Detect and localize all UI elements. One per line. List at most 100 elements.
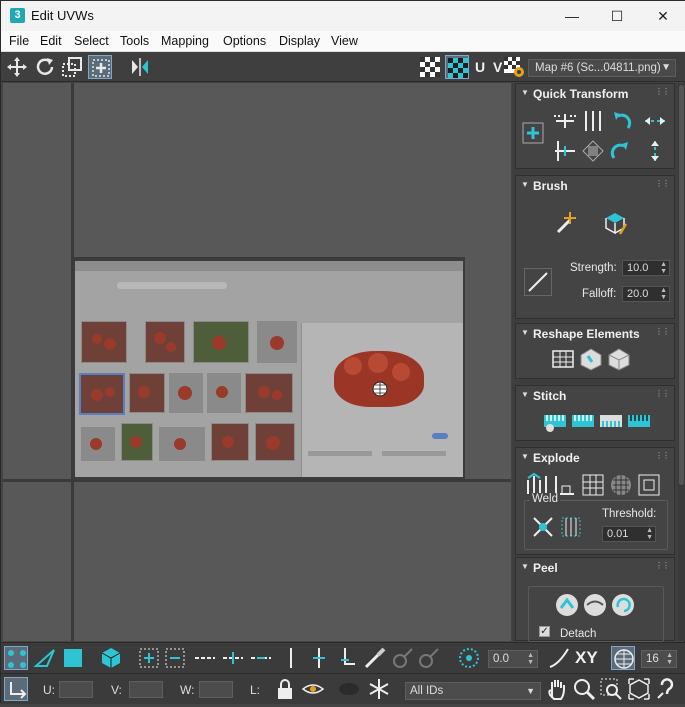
spinner-arrows-icon[interactable]: ▲ ▼ — [646, 527, 653, 541]
falloff-space-xy[interactable]: XY — [575, 648, 598, 668]
grow-ring-icon[interactable] — [307, 646, 331, 670]
hide-icon[interactable] — [301, 677, 325, 701]
vertex-select-icon[interactable] — [4, 646, 28, 670]
align-horizontal-icon[interactable] — [552, 108, 578, 134]
detach-checkbox[interactable]: ✓ — [539, 626, 550, 637]
rollout-header-stitch[interactable]: ▼ Stitch ⋮⋮ — [516, 386, 674, 406]
rollout-header-reshape[interactable]: ▼ Reshape Elements ⋮⋮ — [516, 324, 674, 344]
straighten-icon[interactable] — [580, 138, 606, 164]
rollout-scrollbar[interactable] — [678, 83, 685, 641]
polygon-select-icon[interactable] — [61, 646, 85, 670]
menu-mapping[interactable]: Mapping — [161, 34, 209, 48]
menu-file[interactable]: File — [9, 34, 29, 48]
paint-select-icon[interactable] — [363, 646, 387, 670]
rotate-icon[interactable] — [33, 55, 57, 79]
straighten-selection-icon[interactable] — [550, 346, 576, 372]
relax-icon[interactable] — [578, 346, 604, 372]
ring-select-icon[interactable] — [279, 646, 303, 670]
v-coordinate-field[interactable] — [129, 681, 163, 698]
stitch-custom-icon[interactable] — [542, 408, 568, 434]
zoom-region-icon[interactable] — [599, 677, 623, 701]
shrink-selection-icon[interactable] — [163, 646, 187, 670]
spinner-arrows-icon[interactable]: ▲ ▼ — [527, 652, 534, 666]
freeform-icon[interactable] — [88, 55, 112, 79]
snap-grid-icon[interactable] — [611, 646, 635, 670]
rollout-header-brush[interactable]: ▼ Brush ⋮⋮ — [516, 176, 674, 196]
map-settings-icon[interactable] — [502, 55, 526, 79]
checker-icon[interactable] — [418, 55, 442, 79]
soft-selection-icon[interactable] — [457, 646, 481, 670]
drag-grip-icon[interactable]: ⋮⋮ — [655, 179, 670, 188]
drag-grip-icon[interactable]: ⋮⋮ — [655, 87, 670, 96]
space-vertical-icon[interactable] — [642, 138, 668, 164]
menu-tools[interactable]: Tools — [120, 34, 149, 48]
soft-selection-falloff-spinner[interactable]: 0.0 ▲ ▼ — [488, 650, 538, 668]
menu-display[interactable]: Display — [279, 34, 320, 48]
weld-selected-icon[interactable] — [530, 514, 556, 540]
paint-select-shrink-icon[interactable] — [417, 646, 441, 670]
space-horizontal-icon[interactable] — [642, 108, 668, 134]
u-coordinate-field[interactable] — [59, 681, 93, 698]
map-select-dropdown[interactable]: Map #6 (Sc...04811.png) ▼ — [528, 59, 676, 77]
w-coordinate-field[interactable] — [199, 681, 233, 698]
flatten-by-polygon-icon[interactable] — [580, 472, 606, 498]
weld-target-icon[interactable] — [558, 514, 584, 540]
stitch-to-source-icon[interactable] — [570, 408, 596, 434]
show-icon[interactable] — [337, 677, 361, 701]
freeze-icon[interactable] — [367, 677, 391, 701]
stitch-average-icon[interactable] — [598, 408, 624, 434]
align-cluster-icon[interactable] — [552, 138, 578, 164]
zoom-icon[interactable] — [572, 677, 596, 701]
scale-icon[interactable] — [60, 55, 84, 79]
close-button[interactable]: ✕ — [640, 1, 685, 31]
rollout-header-peel[interactable]: ▼ Peel ⋮⋮ — [516, 558, 674, 578]
pan-hand-icon[interactable] — [545, 677, 569, 701]
zoom-extents-icon[interactable] — [627, 677, 651, 701]
set-pivot-icon[interactable] — [520, 120, 544, 144]
flatten-by-material-icon[interactable] — [636, 472, 662, 498]
strength-spinner[interactable]: 10.0 ▲ ▼ — [622, 260, 670, 276]
uv-editor-viewport[interactable] — [3, 83, 511, 641]
maximize-button[interactable]: ☐ — [594, 1, 640, 31]
shrink-ring-icon[interactable] — [335, 646, 359, 670]
reset-peel-icon[interactable] — [610, 592, 636, 618]
threshold-spinner[interactable]: 0.01 ▲ ▼ — [602, 526, 656, 542]
stitch-to-target-icon[interactable] — [626, 408, 652, 434]
material-id-dropdown[interactable]: All IDs ▼ — [405, 682, 541, 700]
rollout-header-explode[interactable]: ▼ Explode ⋮⋮ — [516, 448, 674, 468]
paint-select-grow-icon[interactable] — [391, 646, 415, 670]
quick-peel-icon[interactable] — [554, 592, 580, 618]
spinner-arrows-icon[interactable]: ▲ ▼ — [666, 652, 673, 666]
falloff-spinner[interactable]: 20.0 ▲ ▼ — [622, 286, 670, 302]
menu-select[interactable]: Select — [74, 34, 109, 48]
mirror-icon[interactable] — [128, 55, 152, 79]
scrollbar-thumb[interactable] — [679, 85, 684, 485]
uv-toggle[interactable]: U V — [475, 59, 504, 75]
edge-select-icon[interactable] — [33, 646, 57, 670]
move-icon[interactable] — [5, 55, 29, 79]
paint-move-brush-icon[interactable] — [554, 210, 580, 236]
lock-icon[interactable] — [273, 677, 297, 701]
drag-grip-icon[interactable]: ⋮⋮ — [655, 561, 670, 570]
rollout-header-quick-transform[interactable]: ▼ Quick Transform ⋮⋮ — [516, 84, 674, 104]
falloff-type-icon[interactable] — [547, 646, 571, 670]
grow-loop-icon[interactable] — [221, 646, 245, 670]
menu-options[interactable]: Options — [223, 34, 266, 48]
minimize-button[interactable]: — — [549, 1, 595, 31]
brush-falloff-curve-icon[interactable] — [524, 268, 552, 296]
align-vertical-icon[interactable] — [580, 108, 606, 134]
absolute-offset-icon[interactable] — [4, 677, 28, 701]
menu-view[interactable]: View — [331, 34, 358, 48]
flatten-by-smoothing-icon[interactable] — [608, 472, 634, 498]
grid-size-spinner[interactable]: 16 ▲ ▼ — [641, 650, 677, 668]
spinner-arrows-icon[interactable]: ▲ ▼ — [660, 261, 667, 275]
spinner-arrows-icon[interactable]: ▲ ▼ — [660, 287, 667, 301]
peel-mode-icon[interactable] — [582, 592, 608, 618]
element-select-icon[interactable] — [99, 646, 123, 670]
drag-grip-icon[interactable]: ⋮⋮ — [655, 389, 670, 398]
texture-checker-icon[interactable] — [445, 55, 469, 79]
drag-grip-icon[interactable]: ⋮⋮ — [655, 327, 670, 336]
help-icon[interactable] — [655, 677, 679, 701]
relax-brush-icon[interactable] — [602, 210, 628, 236]
rotate-ccw-icon[interactable] — [608, 108, 634, 134]
